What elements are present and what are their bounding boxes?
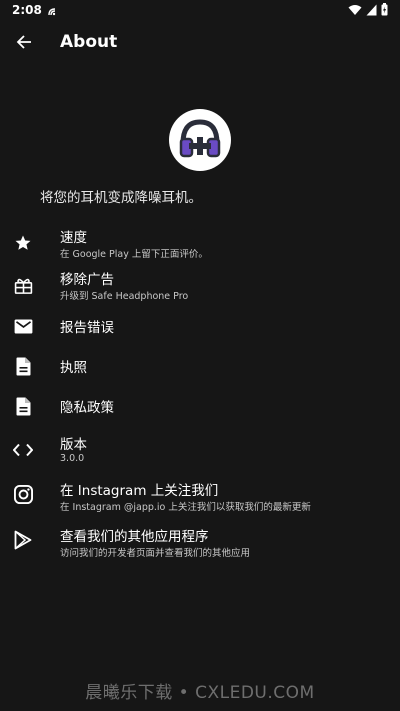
arrow-back-icon [16, 34, 32, 54]
status-bar: 2:08 [0, 0, 400, 22]
status-time: 2:08 [12, 3, 42, 17]
app-logo [169, 109, 231, 171]
menu-item-remove-ads[interactable]: 移除广告 升级到 Safe Headphone Pro [0, 264, 400, 304]
menu-item-title: 在 Instagram 上关注我们 [60, 483, 219, 499]
watermark: 晨曦乐下载 • CXLEDU.COM [85, 683, 315, 703]
menu-item-subtitle: 在 Instagram @japp.io 上关注我们以获取我们的最新更新 [60, 502, 311, 513]
document-icon [13, 396, 33, 416]
menu-item-subtitle: 升级到 Safe Headphone Pro [60, 291, 189, 302]
page-title: About [60, 32, 118, 52]
status-icons [348, 1, 388, 20]
toolbar: About [0, 22, 400, 66]
menu-item-rate[interactable]: 速度 在 Google Play 上留下正面评价。 [0, 220, 400, 260]
menu-item-version[interactable]: 版本 3.0.0 [0, 428, 400, 468]
menu-item-instagram[interactable]: 在 Instagram 上关注我们 在 Instagram @japp.io 上… [0, 474, 400, 514]
back-button[interactable] [10, 30, 38, 58]
mail-icon [13, 316, 33, 336]
app-tagline: 将您的耳机变成降噪耳机。 [40, 190, 202, 206]
menu-item-title: 报告错误 [60, 320, 114, 336]
menu-item-privacy-policy[interactable]: 隐私政策 [0, 386, 400, 426]
battery-icon [381, 1, 388, 20]
menu-item-title: 版本 [60, 437, 87, 453]
instagram-icon [13, 484, 33, 504]
menu-item-subtitle: 3.0.0 [60, 453, 85, 464]
headphones-icon [177, 115, 223, 165]
document-icon [13, 356, 33, 376]
star-icon [13, 233, 33, 253]
menu-item-other-apps[interactable]: 查看我们的其他应用程序 访问我们的开发者页面并查看我们的其他应用 [0, 520, 400, 560]
code-icon [13, 440, 33, 460]
wifi-icon [348, 1, 362, 20]
menu-item-subtitle: 在 Google Play 上留下正面评价。 [60, 249, 208, 260]
menu-item-title: 执照 [60, 360, 87, 376]
menu-item-subtitle: 访问我们的开发者页面并查看我们的其他应用 [60, 548, 251, 559]
nfc-icon [46, 3, 58, 16]
menu-item-title: 移除广告 [60, 272, 114, 288]
menu-item-report-bug[interactable]: 报告错误 [0, 306, 400, 346]
play-store-icon [13, 530, 33, 550]
menu-item-title: 速度 [60, 230, 87, 246]
menu-item-title: 隐私政策 [60, 400, 114, 416]
menu-item-title: 查看我们的其他应用程序 [60, 529, 209, 545]
gift-icon [13, 276, 33, 296]
menu-item-license[interactable]: 执照 [0, 346, 400, 386]
signal-icon [366, 1, 377, 20]
